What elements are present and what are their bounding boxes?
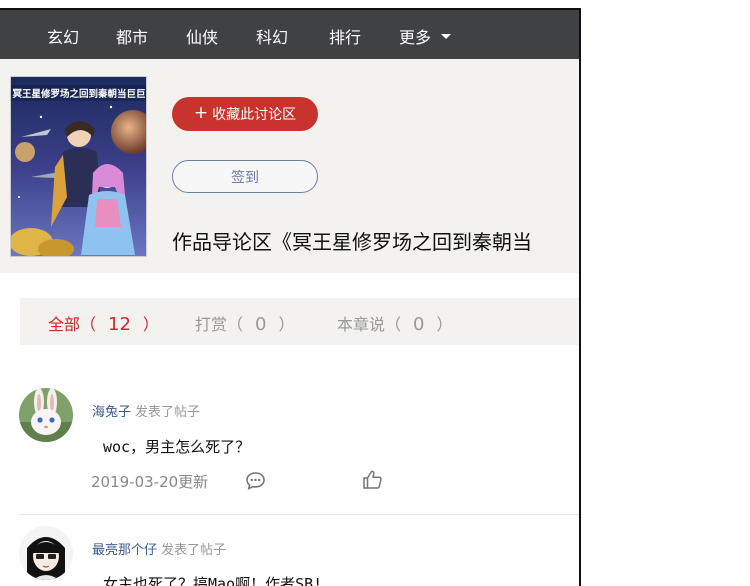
- cover-illustration: 冥王星修罗场之回到秦朝当巨巨: [11, 77, 146, 256]
- book-cover[interactable]: 冥王星修罗场之回到秦朝当巨巨: [10, 76, 147, 257]
- nav-item-kehuan[interactable]: 科幻: [256, 24, 288, 48]
- nav-item-more[interactable]: 更多: [399, 24, 452, 48]
- post-action: 发表了帖子: [161, 543, 227, 558]
- forum-title: 作品导论区《冥王星修罗场之回到秦朝当: [172, 230, 532, 254]
- post-content[interactable]: 女主也死了？搞Mao啊！作者SB!: [103, 573, 322, 586]
- comment-icon[interactable]: [245, 471, 266, 494]
- nav-item-xianxia[interactable]: 仙侠: [186, 24, 218, 48]
- cover-title-text: 冥王星修罗场之回到秦朝当巨巨: [12, 88, 145, 100]
- nav-more-label: 更多: [399, 28, 432, 47]
- tab-chapter-label: 本章说（: [337, 315, 402, 334]
- post-author-line: 海兔子 发表了帖子: [92, 401, 200, 420]
- page-frame: 玄幻 都市 仙侠 科幻 排行 更多 冥王星修罗场之回到秦朝当巨巨 + 收藏此讨论…: [0, 8, 581, 586]
- avatar[interactable]: [19, 388, 73, 442]
- chevron-down-icon: [441, 34, 452, 39]
- tab-reward-label: 打赏（: [195, 315, 244, 334]
- filter-tabs: 全部（ 12 ） 打赏（ 0 ） 本章说（ 0 ）: [20, 298, 579, 345]
- rabbit-avatar-image: [19, 388, 73, 442]
- book-header: 冥王星修罗场之回到秦朝当巨巨 + 收藏此讨论区 签到 作品导论区《冥王星修罗场之…: [0, 59, 579, 273]
- tab-all[interactable]: 全部（ 12 ）: [48, 311, 159, 335]
- post-author[interactable]: 最亮那个仔: [92, 543, 157, 558]
- tab-reward[interactable]: 打赏（ 0 ）: [195, 311, 294, 335]
- nav-item-paihang[interactable]: 排行: [329, 24, 361, 48]
- post-author-line: 最亮那个仔 发表了帖子: [92, 539, 226, 558]
- post-content[interactable]: woc，男主怎么死了？: [103, 436, 250, 457]
- top-nav: 玄幻 都市 仙侠 科幻 排行 更多: [0, 10, 579, 59]
- add-favorite-label: 收藏此讨论区: [212, 107, 297, 123]
- post-divider: [20, 514, 579, 515]
- girl-avatar-image: [19, 526, 73, 580]
- thumbs-up-icon[interactable]: [362, 469, 383, 494]
- sign-in-button[interactable]: 签到: [172, 160, 318, 193]
- tab-reward-count: 0: [255, 314, 267, 335]
- sign-in-label: 签到: [231, 169, 259, 186]
- nav-item-xuanhuan[interactable]: 玄幻: [47, 24, 79, 48]
- tab-all-count: 12: [108, 314, 131, 335]
- plus-icon: +: [193, 103, 209, 123]
- post-date: 2019-03-20更新: [91, 473, 209, 491]
- nav-item-dushi[interactable]: 都市: [116, 24, 148, 48]
- post-action: 发表了帖子: [135, 405, 201, 420]
- post-author[interactable]: 海兔子: [92, 405, 131, 420]
- tab-all-close: ）: [142, 315, 159, 334]
- tab-chapter-close: ）: [436, 315, 453, 334]
- tab-reward-close: ）: [278, 315, 295, 334]
- tab-all-label: 全部（: [48, 315, 97, 334]
- tab-chapter-comments[interactable]: 本章说（ 0 ）: [337, 311, 452, 335]
- tab-chapter-count: 0: [413, 314, 425, 335]
- add-favorite-button[interactable]: + 收藏此讨论区: [172, 97, 318, 131]
- avatar[interactable]: [19, 526, 73, 580]
